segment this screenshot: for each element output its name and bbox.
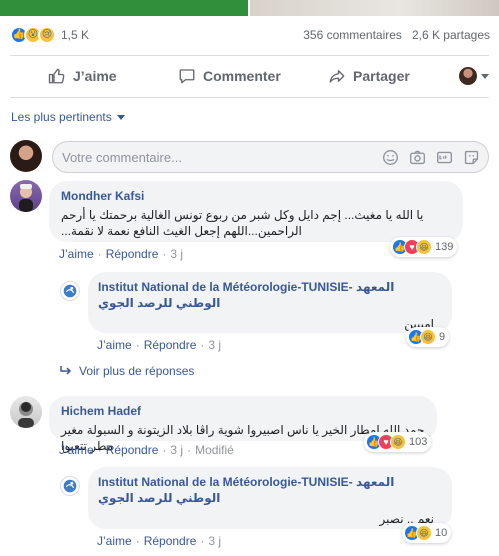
- emoji-icon[interactable]: [382, 149, 399, 166]
- comment-as-selector[interactable]: [459, 67, 489, 85]
- reply-author[interactable]: Institut National de la Météorologie-TUN…: [98, 474, 442, 506]
- shares-count[interactable]: 2,6 K partages: [412, 28, 490, 42]
- divider: [10, 55, 489, 56]
- reply-timestamp[interactable]: 3 j: [208, 534, 221, 548]
- comment-actions: J’aime · Répondre · 3 j: [59, 247, 184, 261]
- comment-button[interactable]: Commenter: [178, 67, 281, 85]
- view-more-replies-link[interactable]: Voir plus de réponses: [60, 364, 194, 378]
- haha-reaction-icon: 😆: [420, 329, 436, 345]
- comment-input[interactable]: [62, 149, 382, 165]
- camera-icon[interactable]: [409, 149, 426, 166]
- reaction-count: 9: [439, 331, 446, 343]
- sort-label: Les plus pertinents: [11, 110, 112, 124]
- avatar: [459, 67, 477, 85]
- comments-count[interactable]: 356 commentaires: [303, 28, 402, 42]
- reaction-count: 139: [435, 241, 454, 253]
- comment-like-link[interactable]: J’aime: [59, 443, 94, 457]
- comment-input-box[interactable]: [52, 141, 489, 173]
- avatar[interactable]: [60, 476, 80, 496]
- avatar[interactable]: [10, 180, 42, 212]
- post-action-bar: J’aime Commenter Partager: [10, 58, 489, 94]
- avatar[interactable]: [60, 281, 80, 301]
- sticker-icon[interactable]: [463, 149, 480, 166]
- comment-author[interactable]: Mondher Kafsi: [61, 188, 451, 204]
- reply-arrow-icon: [60, 366, 72, 375]
- view-more-replies-label: Voir plus de réponses: [79, 364, 195, 378]
- share-icon: [329, 70, 345, 83]
- comment-composer: [10, 140, 490, 174]
- chevron-down-icon: [116, 114, 125, 120]
- reply-text: امييين: [404, 317, 434, 331]
- reaction-count: 103: [409, 436, 428, 448]
- reaction-count[interactable]: 1,5 K: [61, 28, 89, 42]
- sad-reaction-icon: 😢: [38, 26, 56, 44]
- haha-reaction-icon: 😆: [416, 239, 432, 255]
- reply-reactions[interactable]: 👍 😆 9: [406, 327, 450, 347]
- comment-author[interactable]: Hichem Hadef: [61, 403, 425, 419]
- comment-timestamp[interactable]: 3 j: [170, 247, 183, 261]
- reply-reply-link[interactable]: Répondre: [144, 534, 197, 548]
- comment-edited-label[interactable]: Modifié: [195, 443, 234, 457]
- comment-timestamp[interactable]: 3 j: [170, 443, 183, 457]
- reply-reactions[interactable]: 👍 😆 10: [402, 523, 452, 543]
- gif-icon[interactable]: [436, 149, 453, 166]
- comment-text: يا الله يا مغيث... إجم دايل وكل شبر من ر…: [61, 208, 424, 238]
- reply-text: نعم .. نصبر: [379, 512, 434, 526]
- comment-actions: J’aime · Répondre · 3 j · Modifié: [59, 443, 234, 457]
- reply-timestamp[interactable]: 3 j: [208, 338, 221, 352]
- like-button[interactable]: J’aime: [48, 67, 117, 85]
- avatar[interactable]: [10, 396, 42, 428]
- avatar: [10, 140, 42, 172]
- post-image-left[interactable]: [0, 0, 248, 16]
- comment-button-label: Commenter: [203, 68, 281, 84]
- thumbs-up-icon: [48, 68, 65, 84]
- reply-bubble: Institut National de la Météorologie-TUN…: [88, 272, 452, 333]
- reply-like-link[interactable]: J’aime: [97, 338, 132, 352]
- like-button-label: J’aime: [73, 68, 117, 84]
- post-stats: 👍 😮 😢 1,5 K 356 commentaires 2,6 K parta…: [10, 24, 490, 46]
- comment-reply-link[interactable]: Répondre: [106, 247, 159, 261]
- haha-reaction-icon: 😆: [390, 434, 406, 450]
- reply-actions: J’aime · Répondre · 3 j: [97, 534, 222, 548]
- comment-reactions[interactable]: 👍 ♥ 😆 139: [390, 237, 458, 257]
- chevron-down-icon: [481, 73, 489, 79]
- divider: [10, 97, 489, 98]
- reply-author[interactable]: Institut National de la Météorologie-TUN…: [98, 279, 442, 311]
- post-image-strip[interactable]: [0, 0, 499, 16]
- haha-reaction-icon: 😆: [416, 525, 432, 541]
- share-button[interactable]: Partager: [328, 67, 410, 85]
- comment-icon: [179, 69, 195, 84]
- reply-reply-link[interactable]: Répondre: [144, 338, 197, 352]
- comment-sort-dropdown[interactable]: Les plus pertinents: [11, 110, 125, 124]
- comment-bubble: Mondher Kafsi يا الله يا مغيث... إجم داي…: [49, 181, 463, 242]
- share-button-label: Partager: [353, 68, 410, 84]
- comment-reply-link[interactable]: Répondre: [106, 443, 159, 457]
- reply-bubble: Institut National de la Météorologie-TUN…: [88, 467, 452, 529]
- comment-reactions[interactable]: 👍 ♥ 😆 103: [364, 432, 432, 452]
- comment-like-link[interactable]: J’aime: [59, 247, 94, 261]
- post-image-right[interactable]: [250, 0, 499, 16]
- post-reactions[interactable]: 👍 😮 😢: [10, 26, 56, 44]
- reply-actions: J’aime · Répondre · 3 j: [97, 338, 222, 352]
- reaction-count: 10: [435, 527, 448, 539]
- reply-like-link[interactable]: J’aime: [97, 534, 132, 548]
